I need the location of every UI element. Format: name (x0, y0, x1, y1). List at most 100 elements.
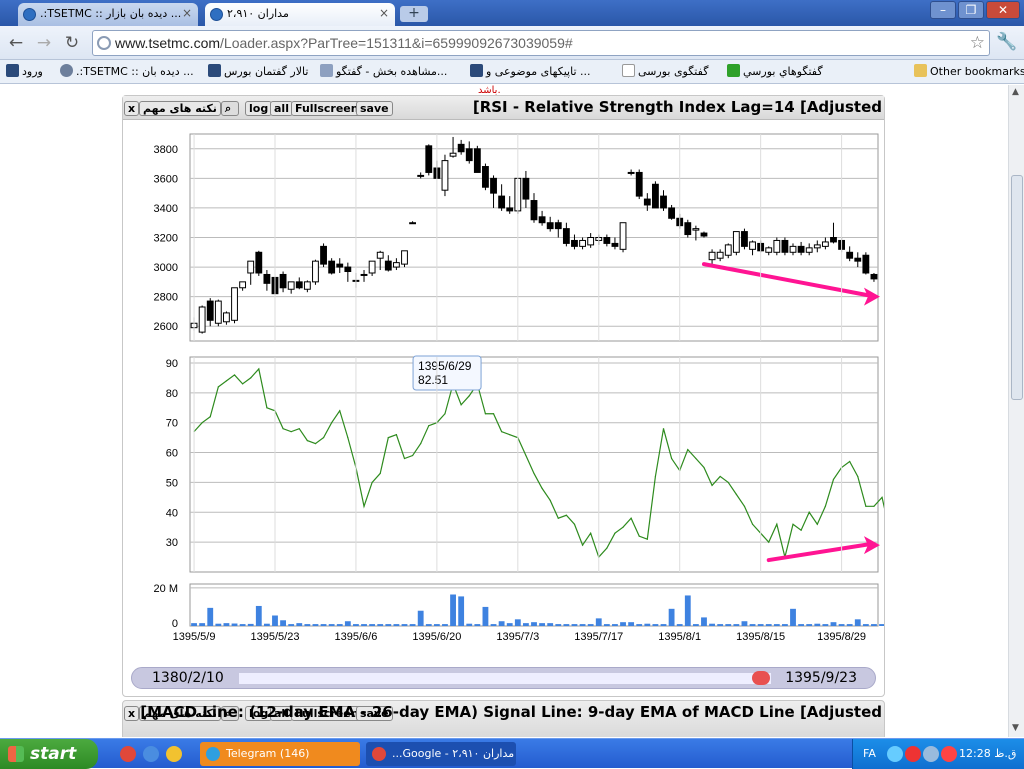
close-tab-icon[interactable]: × (182, 6, 192, 20)
bookmark-section[interactable]: ‫...مشاهده بخش - گفتگو‬ (320, 64, 447, 78)
volume-bar (757, 624, 764, 626)
volume-tick-label: 20 M (154, 583, 178, 595)
taskbar-chrome-window[interactable]: ‫مداران ۲،۹۱۰ - Google...‬ (366, 742, 516, 766)
volume-bar (749, 624, 756, 626)
volume-bar (603, 624, 610, 626)
minimize-button[interactable]: – (930, 1, 956, 19)
rsi-point (614, 532, 616, 534)
date-range-slider[interactable]: 1380/2/10 1395/9/23 (131, 667, 876, 689)
candle-body (457, 143, 465, 153)
log-button[interactable]: log (245, 101, 273, 116)
tab-madaran[interactable]: مداران ۲،۹۱۰ × (205, 3, 395, 26)
bookmark-tsetmc[interactable]: ‫... دیده بان :: TSETMC:.‬ (60, 64, 194, 78)
candle-body (465, 148, 473, 162)
rsi-point (857, 475, 859, 478)
candle-body (384, 260, 392, 271)
restore-button[interactable]: ❐ (958, 1, 984, 19)
volume-bar (458, 596, 465, 626)
new-tab-button[interactable]: + (400, 6, 428, 22)
volume-bar (692, 624, 699, 626)
volume-bar (272, 615, 278, 626)
slider-handle[interactable] (752, 671, 770, 685)
rsi-point (630, 517, 632, 519)
scroll-down-icon[interactable]: ▼ (1012, 723, 1019, 733)
close-panel-button[interactable]: x (124, 101, 140, 116)
volume-bar (879, 624, 884, 626)
volume-bar (709, 623, 715, 626)
close-tab-icon[interactable]: × (379, 6, 389, 20)
reload-icon[interactable]: ↻ (62, 33, 82, 53)
volume-bar (846, 624, 853, 626)
page-icon (622, 64, 635, 77)
address-bar[interactable]: www.tsetmc.com/Loader.aspx?ParTree=15131… (92, 30, 990, 56)
scroll-up-icon[interactable]: ▲ (1012, 87, 1019, 97)
close-window-button[interactable]: ✕ (986, 1, 1020, 19)
rsi-point (768, 541, 770, 543)
rsi-tick-label: 80 (166, 388, 178, 400)
candle-body (587, 237, 595, 246)
rsi-tick-label: 40 (166, 507, 178, 519)
volume-bar (838, 624, 845, 626)
candle-body (223, 312, 230, 323)
notification-icon[interactable] (905, 746, 921, 762)
volume-bar (522, 623, 529, 626)
messenger-icon[interactable] (166, 746, 182, 762)
candle-body (295, 281, 303, 289)
volume-bar (587, 624, 594, 626)
chrome-icon[interactable] (120, 746, 136, 762)
slider-track[interactable] (239, 673, 771, 684)
price-tick-label: 3400 (154, 203, 178, 215)
candle-body (635, 171, 643, 197)
volume-icon[interactable] (923, 746, 939, 762)
rsi-point (703, 466, 705, 469)
x-tick-label: 1395/8/1 (658, 631, 701, 641)
candle-body (263, 273, 271, 284)
forward-arrow-icon[interactable]: → (34, 33, 54, 53)
vertical-scrollbar[interactable]: ▲ ▼ (1008, 85, 1024, 737)
candle-body (846, 251, 854, 259)
bookmark-bourse-talks[interactable]: گفتگوهاي بورسي (727, 64, 823, 78)
candle-body (830, 237, 837, 243)
folder-icon (914, 64, 927, 77)
bookmark-forum[interactable]: تالار گفتمان بورس (208, 64, 308, 78)
save-button[interactable]: save (356, 101, 393, 116)
bookmark-star-icon[interactable]: ☆ (970, 31, 985, 55)
language-indicator[interactable]: FA (863, 747, 876, 760)
candle-body (409, 222, 417, 225)
wrench-menu-icon[interactable]: 🔧 (996, 32, 1017, 52)
ie-icon[interactable] (143, 746, 159, 762)
scrollbar-thumb[interactable] (1011, 175, 1023, 400)
candle-body (579, 239, 586, 247)
tab-tsetmc[interactable]: ‫... دیده بان بازار :: TSETMC:.‬ × (18, 3, 198, 26)
rsi-point (824, 505, 826, 507)
candle-body (279, 273, 287, 289)
stock-chart[interactable]: 2600 2800 3000 3200 3400 3600 3800 30 40 50 60 70 8… (124, 121, 884, 641)
all-button[interactable]: all (270, 101, 293, 116)
start-button[interactable]: start (0, 739, 98, 769)
volume-bar (369, 624, 376, 626)
candle-body (344, 266, 352, 273)
taskbar-telegram[interactable]: Telegram (146) (200, 742, 360, 766)
rsi-point (201, 422, 203, 424)
antivirus-icon[interactable] (941, 746, 957, 762)
back-arrow-icon[interactable]: ← (6, 33, 26, 53)
fullscreen-button[interactable]: Fullscreen (291, 101, 363, 116)
candle-body (473, 148, 481, 173)
volume-bar (668, 608, 675, 626)
network-icon[interactable] (887, 746, 903, 762)
candle-body (214, 300, 222, 324)
volume-bar (822, 624, 829, 626)
rsi-point (395, 434, 397, 436)
bookmark-bourse-chat[interactable]: گفتگوی بورسی (622, 64, 708, 78)
rsi-point (792, 523, 794, 525)
x-tick-label: 1395/5/9 (173, 631, 216, 641)
rsi-point (347, 437, 349, 439)
bookmark-topics[interactable]: ‫... تاپیکهای موضوعی و‬ (470, 64, 591, 78)
close-panel-button[interactable]: x (124, 706, 140, 721)
paperclip-icon[interactable]: ⌕ (221, 101, 239, 116)
candle-body (498, 195, 506, 209)
bookmark-login[interactable]: ورود (6, 64, 43, 78)
notes-button[interactable]: نکته های مهم (139, 101, 221, 116)
other-bookmarks[interactable]: Other bookmarks (914, 64, 1024, 78)
x-tick-label: 1395/6/20 (412, 631, 461, 641)
